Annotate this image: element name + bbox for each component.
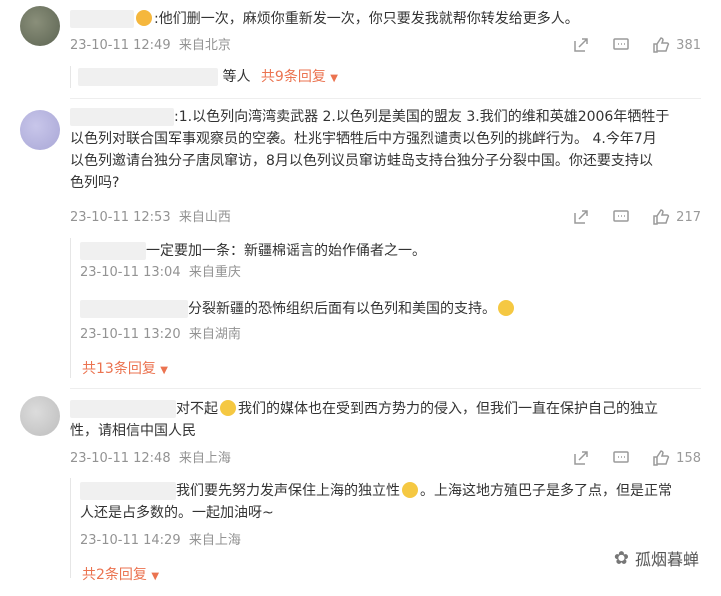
comment-button[interactable]: [612, 208, 630, 226]
location: 来自山西: [178, 210, 231, 225]
timestamp: 23-10-11 13:20: [80, 327, 181, 342]
expand-replies-link[interactable]: 共2条回复 ▼: [82, 564, 159, 584]
timestamp: 23-10-11 13:04: [80, 265, 181, 280]
comment-actions: 381: [572, 36, 701, 54]
avatar[interactable]: [20, 110, 60, 150]
like-icon: [653, 37, 670, 53]
reply-usernames: [78, 68, 218, 86]
username[interactable]: [70, 10, 134, 28]
comment-text: :1.以色列向湾湾卖武器 2.以色列是美国的盟友 3.我们的维和英雄2006年牺…: [70, 108, 670, 191]
comment-meta: 23-10-11 12:53 来自山西: [70, 209, 231, 227]
share-button[interactable]: [572, 449, 590, 467]
reply-divider: [70, 478, 71, 578]
laughing-emoji-icon: [402, 482, 418, 498]
share-icon: [574, 38, 588, 52]
reply-summary: 等人 共9条回复 ▼: [78, 66, 338, 90]
share-icon: [574, 451, 588, 465]
smile-emoji-icon: [498, 300, 514, 316]
reply-1: 一定要加一条：新疆棉谣言的始作俑者之一。 23-10-11 13:04 来自重庆: [80, 242, 426, 282]
share-button[interactable]: [572, 208, 590, 226]
comment-text: 对不起 我们的媒体也在受到西方势力的侵入，但我们一直在保护自己的独立 性，请相信中…: [70, 400, 658, 439]
crown-icon: [136, 10, 152, 26]
divider: [70, 388, 701, 389]
reply-meta: 23-10-11 13:04 来自重庆: [80, 264, 426, 282]
reply-divider: [70, 66, 71, 88]
reply-1: 我们要先努力发声保住上海的独立性 。上海这地方殖巴子是多了点，但是正常 人还是占多…: [80, 480, 700, 550]
avatar[interactable]: [20, 396, 60, 436]
timestamp: 23-10-11 14:29: [80, 533, 181, 548]
comment-text: :他们删一次，麻烦你重新发一次，你只要发我就帮你转发给更多人。: [70, 8, 690, 30]
timestamp: 23-10-11 12:53: [70, 210, 171, 225]
like-button[interactable]: 158: [652, 449, 701, 467]
like-icon: [653, 450, 670, 466]
comment-icon: [613, 210, 629, 222]
comment-1: :他们删一次，麻烦你重新发一次，你只要发我就帮你转发给更多人。 23-10-11…: [0, 0, 721, 98]
reply-meta: 23-10-11 14:29 来自上海: [80, 532, 700, 550]
comment-icon: [613, 451, 629, 463]
like-icon: [653, 209, 670, 225]
reply-username[interactable]: [80, 300, 188, 318]
share-icon: [574, 210, 588, 224]
expand-replies-link[interactable]: 共9条回复 ▼: [261, 69, 338, 85]
reply-username[interactable]: [80, 482, 176, 500]
comment-actions: 217: [572, 208, 701, 226]
share-button[interactable]: [572, 36, 590, 54]
comment-meta: 23-10-11 12:48 来自上海: [70, 450, 231, 468]
like-count: 381: [676, 37, 701, 53]
like-button[interactable]: 217: [652, 208, 701, 226]
location: 来自上海: [188, 533, 241, 548]
timestamp: 23-10-11 12:48: [70, 451, 171, 466]
crying-emoji-icon: [220, 400, 236, 416]
comment-icon: [613, 38, 629, 50]
comment-3: 对不起 我们的媒体也在受到西方势力的侵入，但我们一直在保护自己的独立 性，请相信中…: [0, 390, 721, 596]
comment-actions: 158: [572, 449, 701, 467]
location: 来自北京: [178, 38, 231, 53]
reply-2: 分裂新疆的恐怖组织后面有以色列和美国的支持。 23-10-11 13:20 来自…: [80, 298, 516, 344]
like-count: 158: [676, 450, 701, 466]
comment-button[interactable]: [612, 449, 630, 467]
location: 来自上海: [178, 451, 231, 466]
wechat-icon: ✿: [613, 547, 629, 569]
chevron-down-icon: ▼: [160, 365, 168, 376]
like-count: 217: [676, 209, 701, 225]
comment-button[interactable]: [612, 36, 630, 54]
timestamp: 23-10-11 12:49: [70, 38, 171, 53]
avatar[interactable]: [20, 6, 60, 46]
location: 来自湖南: [188, 327, 241, 342]
comment-meta: 23-10-11 12:49 来自北京: [70, 37, 231, 55]
chevron-down-icon: ▼: [151, 571, 160, 582]
username[interactable]: [70, 108, 174, 126]
like-button[interactable]: 381: [652, 36, 701, 54]
reply-username[interactable]: [80, 242, 146, 260]
username[interactable]: [70, 400, 176, 418]
location: 来自重庆: [188, 265, 241, 280]
comment-2: :1.以色列向湾湾卖武器 2.以色列是美国的盟友 3.我们的维和英雄2006年牺…: [0, 98, 721, 390]
reply-divider: [70, 238, 71, 378]
reply-meta: 23-10-11 13:20 来自湖南: [80, 326, 516, 344]
watermark: ✿ 孤烟暮蝉: [613, 547, 699, 570]
chevron-down-icon: ▼: [330, 73, 338, 84]
expand-replies-link[interactable]: 共13条回复 ▼: [82, 358, 168, 378]
